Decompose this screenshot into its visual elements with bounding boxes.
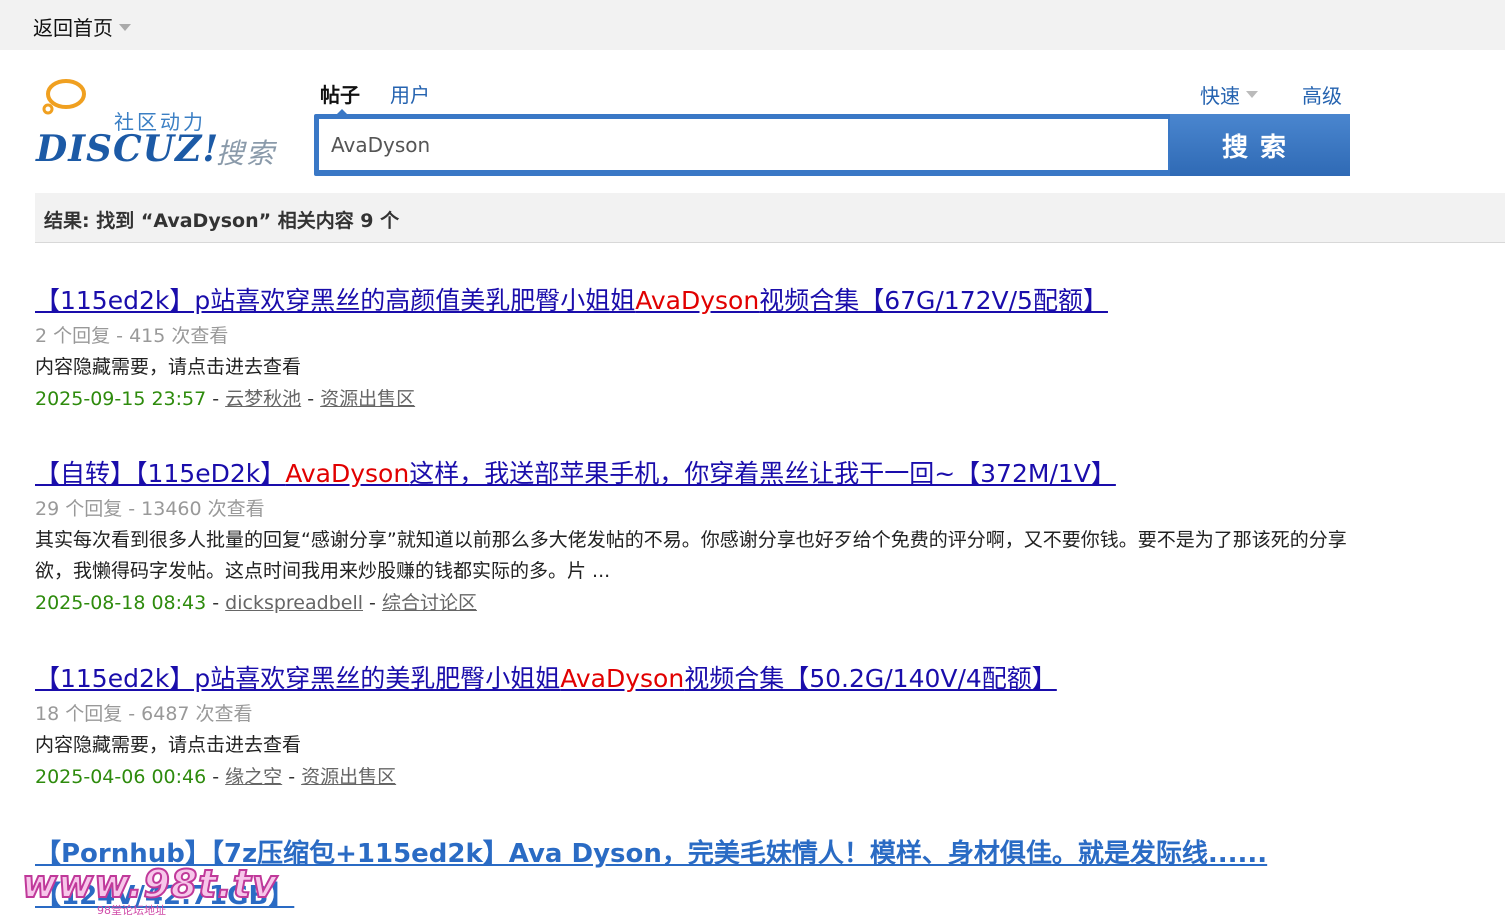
logo-search-word: 搜索 [216,137,277,170]
result-title-link[interactable]: 【115ed2k】p站喜欢穿黑丝的美乳肥臀小姐姐AvaDyson视频合集【50.… [35,660,1057,698]
title-text: 视频合集【67G/172V/5配额】 [759,286,1108,315]
search-input[interactable] [319,119,1168,170]
title-highlight: AvaDyson [560,664,685,693]
discuz-logo[interactable]: 社区动力 DISCUZ! 搜索 [36,76,286,172]
result-date: 2025-09-15 23:57 [35,388,207,410]
title-text: 这样，我送部苹果手机，你穿着黑丝让我干一回~【372M/1V】 [409,459,1116,488]
result-stats: 29 个回复 - 13460 次查看 [35,498,265,520]
result-title-link[interactable]: 【自转】【115eD2k】AvaDyson这样，我送部苹果手机，你穿着黑丝让我干… [35,455,1116,493]
search-type-tabs: 帖子 用户 [320,79,430,115]
result-footer: 2025-09-15 23:57 - 云梦秋池 - 资源出售区 [35,388,416,410]
results-summary: 结果: 找到 “AvaDyson” 相关内容 9 个 [35,193,1505,243]
back-home-label: 返回首页 [33,16,113,40]
watermark-subtext: 98堂论坛地址 [97,904,166,917]
result-date: 2025-04-06 00:46 [35,766,207,788]
title-text: 视频合集【50.2G/140V/4配额】 [684,664,1057,693]
result-stats: 2 个回复 - 415 次查看 [35,325,229,347]
result-forum-link[interactable]: 综合讨论区 [382,592,477,614]
tab-users[interactable]: 用户 [390,79,430,108]
title-highlight: AvaDyson [285,459,410,488]
result-item: 【115ed2k】p站喜欢穿黑丝的高颜值美乳肥臀小姐姐AvaDyson视频合集【… [35,282,1108,415]
back-home-menu[interactable]: 返回首页 [33,12,131,41]
result-author-link[interactable]: 缘之空 [225,766,282,788]
logo-brand: DISCUZ! [36,128,220,170]
title-text: 【自转】【115eD2k】 [35,459,286,488]
result-stats: 18 个回复 - 6487 次查看 [35,703,253,725]
result-item: 【115ed2k】p站喜欢穿黑丝的美乳肥臀小姐姐AvaDyson视频合集【50.… [35,660,1057,793]
result-footer: 2025-08-18 08:43 - dickspreadbell - 综合讨论… [35,592,477,614]
title-text: 【115ed2k】p站喜欢穿黑丝的高颜值美乳肥臀小姐姐 [35,286,636,315]
result-author-link[interactable]: dickspreadbell [225,592,363,614]
title-highlight: AvaDyson [635,286,760,315]
result-date: 2025-08-18 08:43 [35,592,207,614]
tab-posts[interactable]: 帖子 [320,79,360,115]
speech-bubble-icon [42,79,86,115]
result-item: 【自转】【115eD2k】AvaDyson这样，我送部苹果手机，你穿着黑丝让我干… [35,455,1375,619]
quick-search-label: 快速 [1200,84,1240,108]
search-button[interactable]: 搜索 [1170,114,1350,176]
result-author-link[interactable]: 云梦秋池 [225,388,301,410]
result-footer: 2025-04-06 00:46 - 缘之空 - 资源出售区 [35,766,397,788]
top-bar: 返回首页 [0,0,1505,50]
result-summary: 其实每次看到很多人批量的回复“感谢分享”就知道以前那么多大佬发帖的不易。你感谢分… [35,529,1347,582]
result-summary: 内容隐藏需要，请点击进去查看 [35,734,302,756]
result-forum-link[interactable]: 资源出售区 [320,388,415,410]
title-text: 【115ed2k】p站喜欢穿黑丝的美乳肥臀小姐姐 [35,664,561,693]
result-title-link[interactable]: 【115ed2k】p站喜欢穿黑丝的高颜值美乳肥臀小姐姐AvaDyson视频合集【… [35,282,1108,320]
quick-search-menu[interactable]: 快速 [1200,80,1258,109]
result-forum-link[interactable]: 资源出售区 [301,766,396,788]
site-watermark: www.98t.tv 98堂论坛地址 [21,861,278,918]
search-box: 搜索 [314,114,1350,176]
caret-down-icon [119,24,131,31]
advanced-search-link[interactable]: 高级 [1302,80,1342,109]
caret-down-icon [1246,91,1258,98]
watermark-text: www.98t.tv [21,861,278,907]
result-summary: 内容隐藏需要，请点击进去查看 [35,356,302,378]
